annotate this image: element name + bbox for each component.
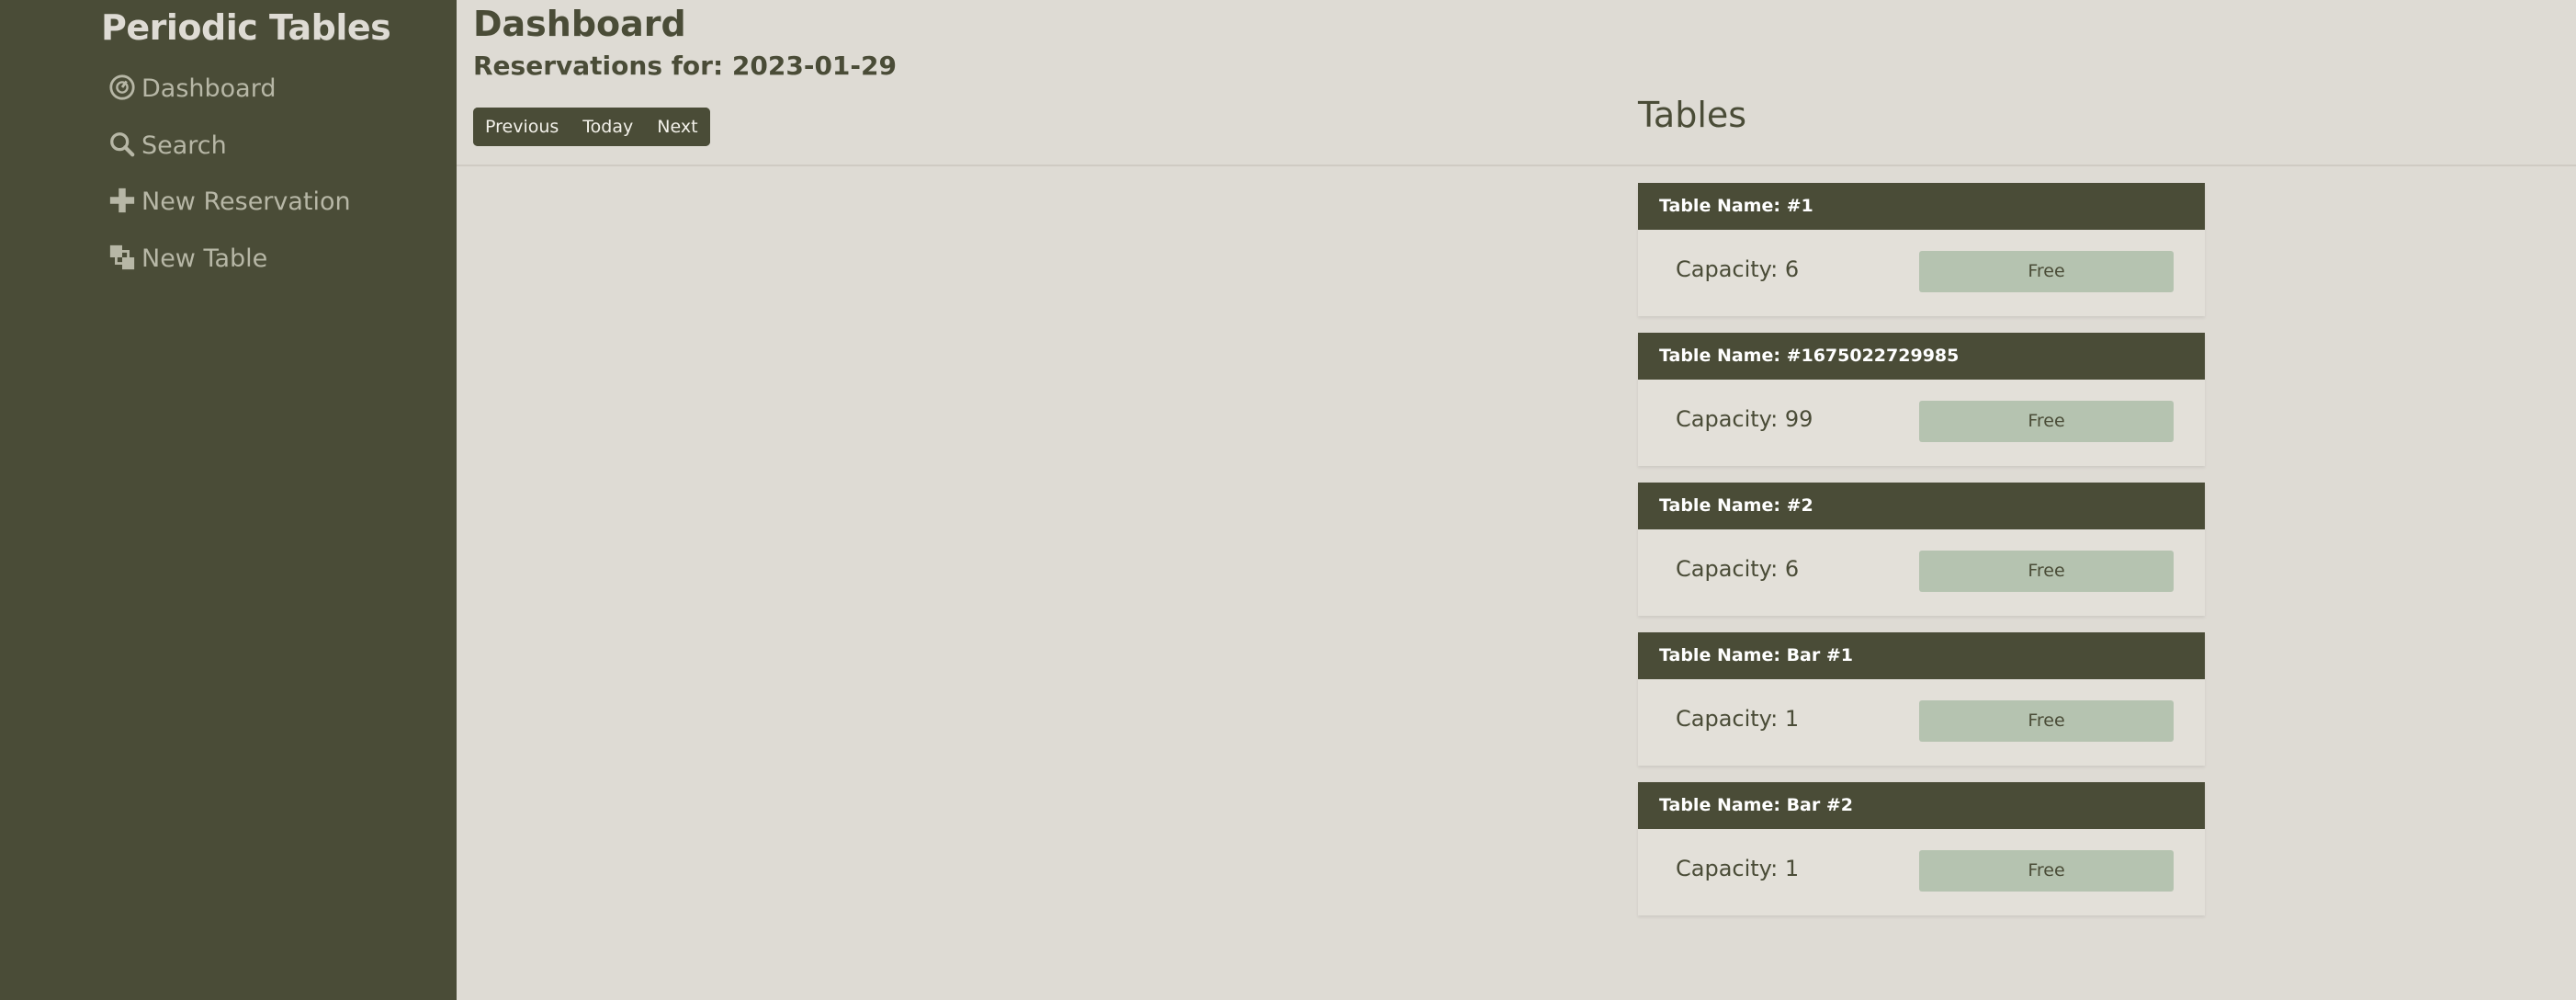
sidebar-item-search[interactable]: Search: [108, 131, 227, 160]
tables-heading: Tables: [1638, 95, 1747, 135]
table-name: Table Name: Bar #2: [1638, 782, 2205, 829]
table-capacity: Capacity: 6: [1676, 556, 1800, 582]
table-capacity: Capacity: 1: [1676, 856, 1800, 881]
dashboard-icon: [108, 74, 138, 103]
table-card: Table Name: #2 Capacity: 6 Free: [1638, 483, 2205, 616]
sidebar-item-label: New Reservation: [141, 187, 351, 216]
status-badge: Free: [1919, 850, 2174, 892]
table-card: Table Name: #1 Capacity: 6 Free: [1638, 183, 2205, 316]
sidebar-item-dashboard[interactable]: Dashboard: [108, 74, 276, 103]
layers-icon: [108, 244, 138, 273]
previous-button[interactable]: Previous: [473, 108, 571, 146]
sidebar-item-new-reservation[interactable]: New Reservation: [108, 187, 351, 216]
table-card: Table Name: Bar #2 Capacity: 1 Free: [1638, 782, 2205, 915]
status-badge: Free: [1919, 251, 2174, 292]
table-capacity: Capacity: 1: [1676, 706, 1800, 732]
table-capacity: Capacity: 6: [1676, 256, 1800, 282]
sidebar-item-new-table[interactable]: New Table: [108, 244, 267, 273]
sidebar: Periodic Tables Dashboard Search New Res…: [0, 0, 457, 1000]
status-badge: Free: [1919, 700, 2174, 742]
status-badge: Free: [1919, 401, 2174, 442]
table-card: Table Name: #1675022729985 Capacity: 99 …: [1638, 333, 2205, 466]
sidebar-item-label: Dashboard: [141, 74, 277, 103]
table-name: Table Name: #2: [1638, 483, 2205, 529]
table-name: Table Name: #1675022729985: [1638, 333, 2205, 380]
date-nav-button-group: Previous Today Next: [473, 108, 710, 146]
status-badge: Free: [1919, 551, 2174, 592]
table-name: Table Name: Bar #1: [1638, 632, 2205, 679]
sidebar-item-label: Search: [141, 131, 227, 160]
page-title: Dashboard: [473, 4, 686, 44]
reservations-date: Reservations for: 2023-01-29: [473, 51, 898, 81]
table-capacity: Capacity: 99: [1676, 406, 1813, 432]
search-icon: [108, 131, 138, 160]
plus-icon: [108, 187, 138, 216]
table-name: Table Name: #1: [1638, 183, 2205, 230]
next-button[interactable]: Next: [645, 108, 710, 146]
divider: [457, 165, 2576, 166]
app-brand[interactable]: Periodic Tables: [101, 7, 391, 48]
today-button[interactable]: Today: [571, 108, 646, 146]
sidebar-item-label: New Table: [141, 244, 268, 273]
table-card: Table Name: Bar #1 Capacity: 1 Free: [1638, 632, 2205, 766]
table-list: Table Name: #1 Capacity: 6 Free Table Na…: [1638, 183, 2205, 932]
